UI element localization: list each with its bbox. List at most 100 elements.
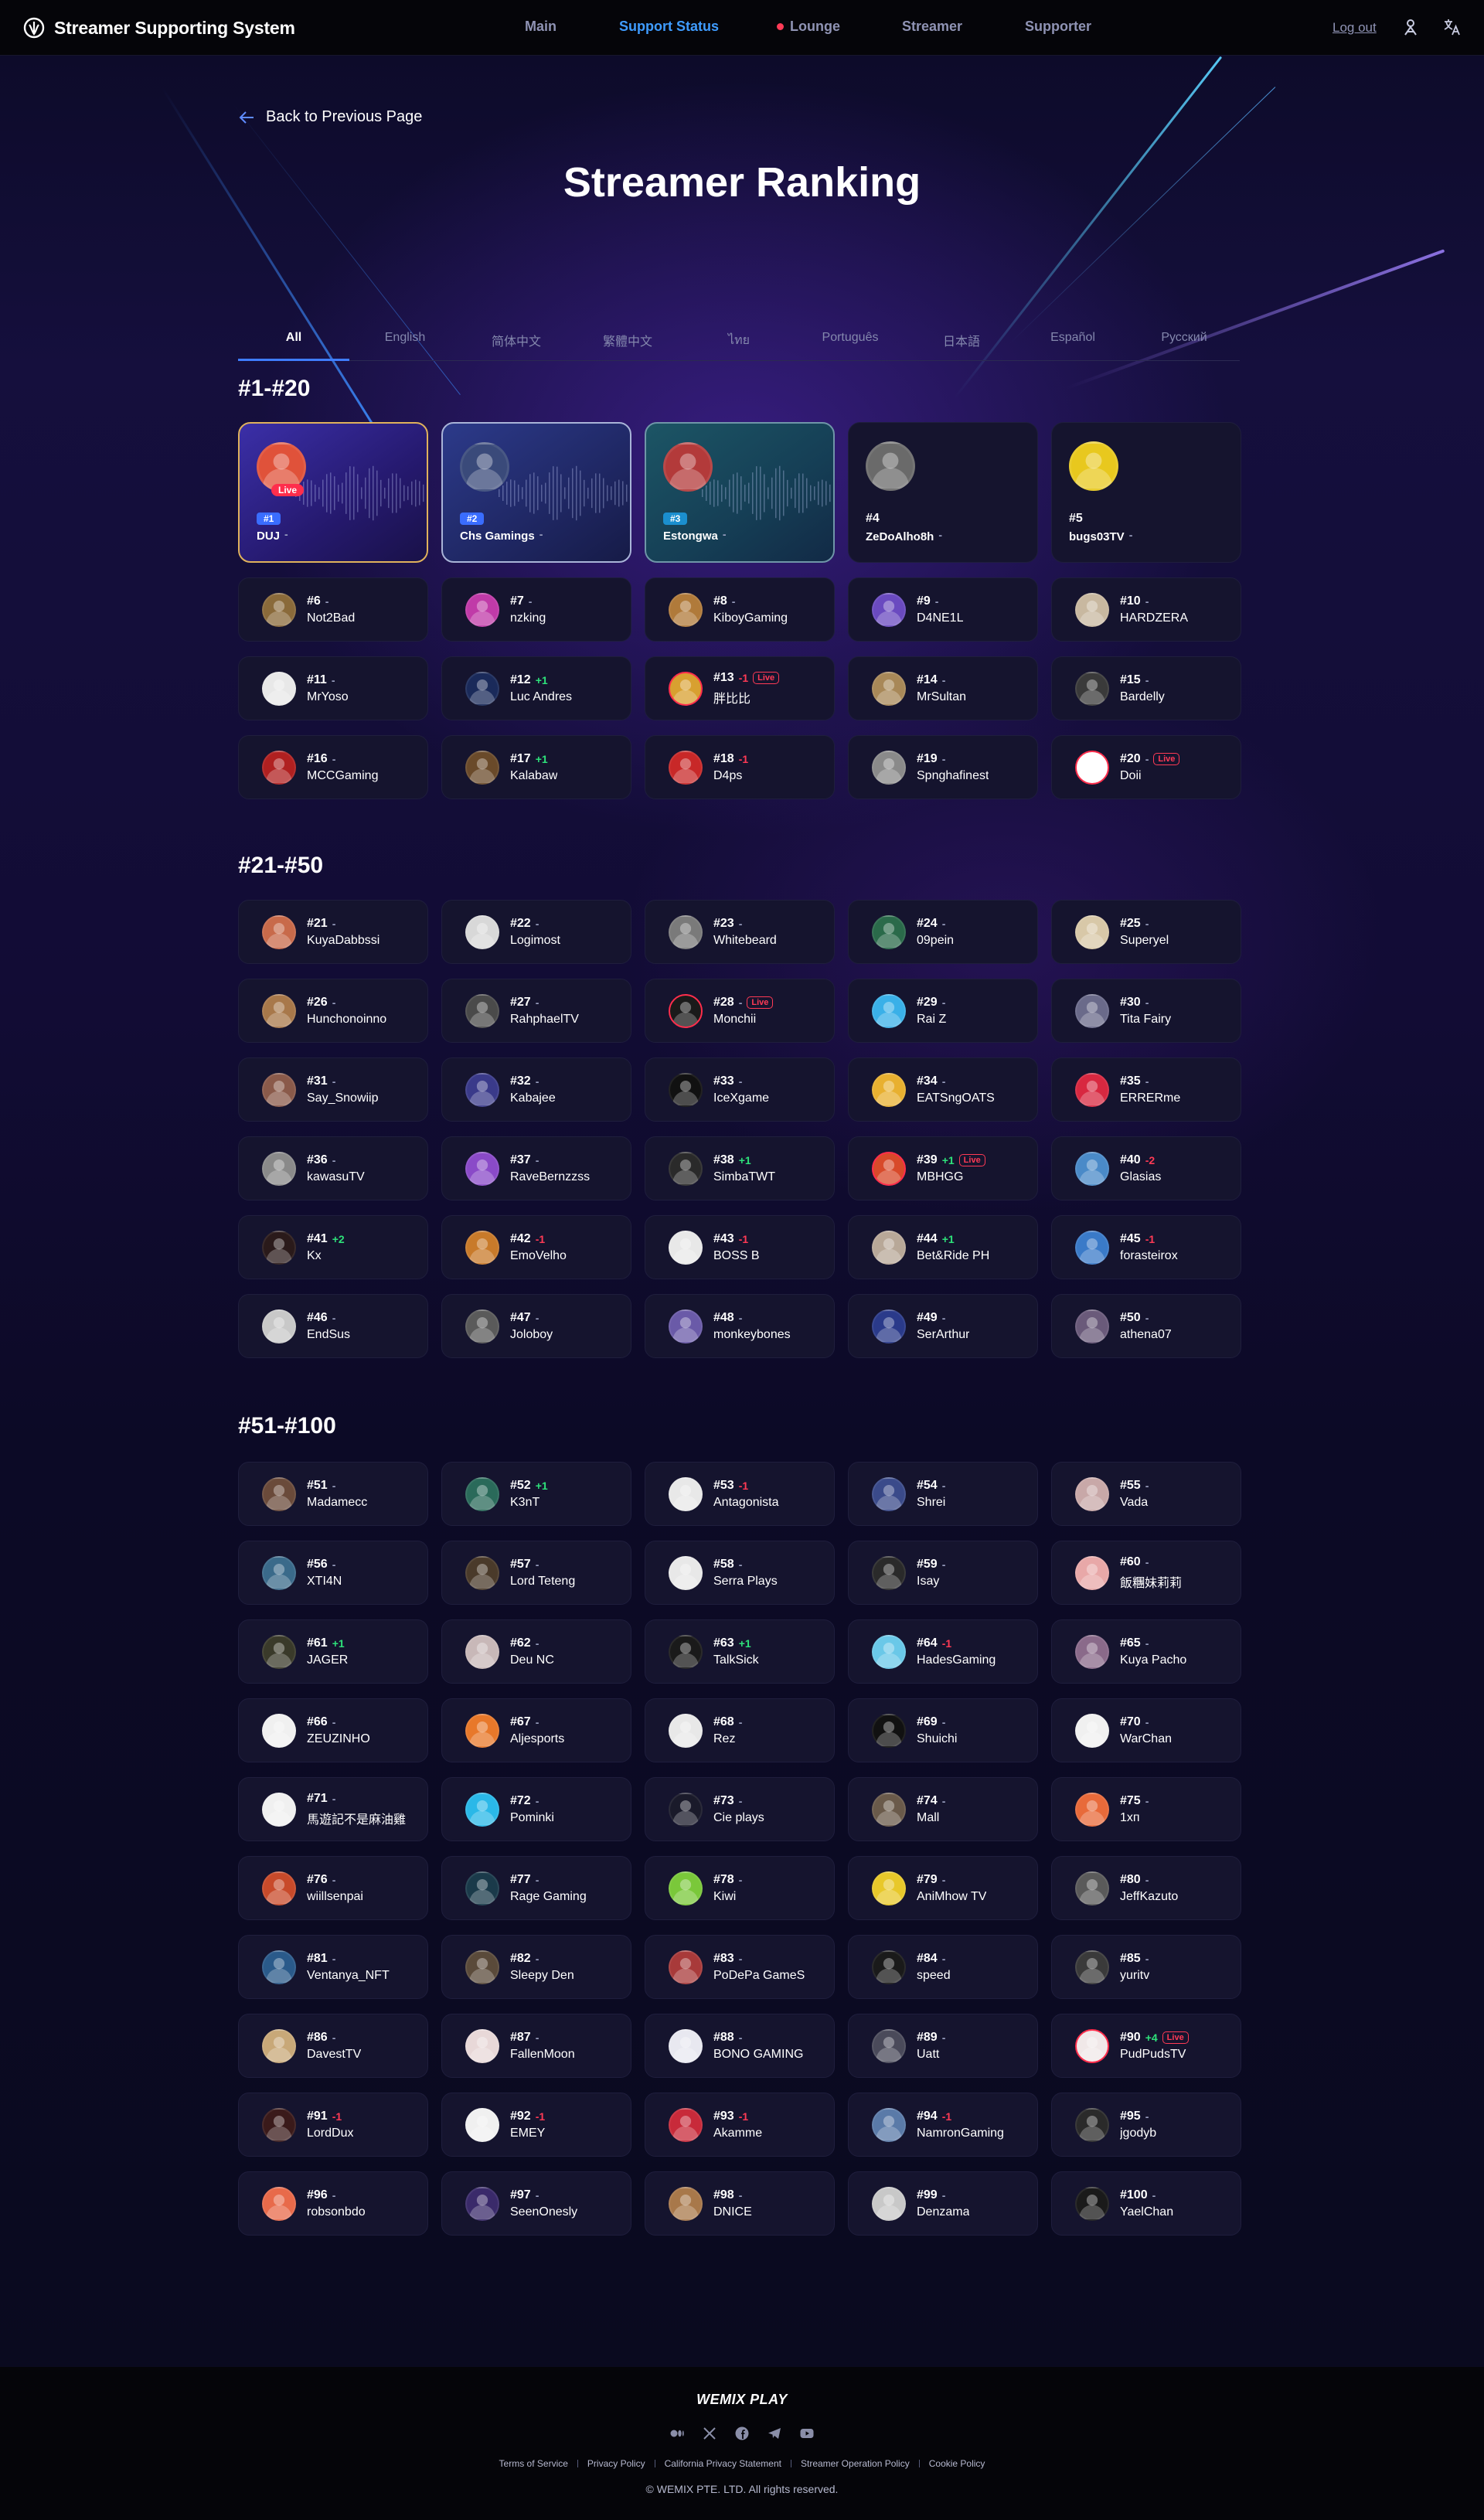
streamer-card[interactable]: #67- Aljesports: [441, 1698, 631, 1762]
streamer-card[interactable]: #56- XTI4N: [238, 1541, 428, 1605]
streamer-card[interactable]: #50- athena07: [1051, 1294, 1241, 1358]
tab-8[interactable]: Русский: [1128, 321, 1240, 360]
streamer-card[interactable]: #87- FallenMoon: [441, 2014, 631, 2078]
streamer-card[interactable]: #5 bugs03TV -: [1051, 422, 1241, 563]
streamer-card[interactable]: #85- yuritv: [1051, 1935, 1241, 1999]
streamer-card[interactable]: #2 Chs Gamings -: [441, 422, 631, 563]
streamer-card[interactable]: #73- Cie plays: [645, 1777, 835, 1841]
nav-lounge[interactable]: Lounge: [777, 19, 840, 35]
tab-4[interactable]: ไทย: [683, 321, 795, 360]
streamer-card[interactable]: #11- MrYoso: [238, 656, 428, 720]
streamer-card[interactable]: #44 +1 Bet&Ride PH: [848, 1215, 1038, 1279]
nav-streamer[interactable]: Streamer: [902, 19, 962, 35]
streamer-card[interactable]: #86- DavestTV: [238, 2014, 428, 2078]
streamer-card[interactable]: #65- Kuya Pacho: [1051, 1619, 1241, 1684]
streamer-card[interactable]: #97- SeenOnesly: [441, 2171, 631, 2236]
streamer-card[interactable]: #55- Vada: [1051, 1462, 1241, 1526]
streamer-card[interactable]: #78- Kiwi: [645, 1856, 835, 1920]
translate-icon[interactable]: [1442, 17, 1462, 37]
streamer-card[interactable]: #92 -1 EMEY: [441, 2093, 631, 2157]
streamer-card[interactable]: #20- Live Doii: [1051, 735, 1241, 799]
streamer-card[interactable]: #25- Superyel: [1051, 900, 1241, 964]
streamer-card[interactable]: #9- D4NE1L: [848, 577, 1038, 642]
youtube-icon[interactable]: [799, 2426, 815, 2441]
streamer-card[interactable]: #12 +1 Luc Andres: [441, 656, 631, 720]
streamer-card[interactable]: #38 +1 SimbaTWT: [645, 1136, 835, 1200]
streamer-card[interactable]: #33- IceXgame: [645, 1057, 835, 1122]
footer-link[interactable]: Terms of Service: [499, 2458, 568, 2469]
streamer-card[interactable]: #3 Estongwa -: [645, 422, 835, 563]
streamer-card[interactable]: #17 +1 Kalabaw: [441, 735, 631, 799]
back-button[interactable]: Back to Previous Page: [238, 108, 422, 126]
streamer-card[interactable]: #80- JeffKazuto: [1051, 1856, 1241, 1920]
streamer-card[interactable]: #52 +1 K3nT: [441, 1462, 631, 1526]
streamer-card[interactable]: #69- Shuichi: [848, 1698, 1038, 1762]
streamer-card[interactable]: #75-1хп: [1051, 1777, 1241, 1841]
streamer-card[interactable]: #68- Rez: [645, 1698, 835, 1762]
streamer-card[interactable]: #53 -1 Antagonista: [645, 1462, 835, 1526]
streamer-card[interactable]: #66- ZEUZINHO: [238, 1698, 428, 1762]
streamer-card[interactable]: #70- WarChan: [1051, 1698, 1241, 1762]
streamer-card[interactable]: #60- 飯糰妹莉莉: [1051, 1541, 1241, 1605]
streamer-card[interactable]: #59- Isay: [848, 1541, 1038, 1605]
streamer-card[interactable]: #72- Pominki: [441, 1777, 631, 1841]
tab-6[interactable]: 日本語: [906, 321, 1017, 360]
streamer-card[interactable]: #14- MrSultan: [848, 656, 1038, 720]
streamer-card[interactable]: #71- 馬遊記不是麻油雞: [238, 1777, 428, 1841]
streamer-card[interactable]: #30- Tita Fairy: [1051, 979, 1241, 1043]
account-icon[interactable]: [1401, 17, 1421, 37]
streamer-card[interactable]: #7- nzking: [441, 577, 631, 642]
streamer-card[interactable]: #88- BONO GAMING: [645, 2014, 835, 2078]
streamer-card[interactable]: #58- Serra Plays: [645, 1541, 835, 1605]
streamer-card[interactable]: #15- Bardelly: [1051, 656, 1241, 720]
streamer-card[interactable]: #81- Ventanya_NFT: [238, 1935, 428, 1999]
streamer-card[interactable]: #62- Deu NC: [441, 1619, 631, 1684]
x-icon[interactable]: [702, 2426, 717, 2441]
streamer-card[interactable]: #29- Rai Z: [848, 979, 1038, 1043]
streamer-card[interactable]: #24- 09pein: [848, 900, 1038, 964]
streamer-card[interactable]: #63 +1 TalkSick: [645, 1619, 835, 1684]
streamer-card[interactable]: #31- Say_Snowiip: [238, 1057, 428, 1122]
streamer-card[interactable]: #91 -1 LordDux: [238, 2093, 428, 2157]
nav-support-status[interactable]: Support Status: [619, 19, 719, 35]
streamer-card[interactable]: #28- Live Monchii: [645, 979, 835, 1043]
streamer-card[interactable]: #16- MCCGaming: [238, 735, 428, 799]
streamer-card[interactable]: #89- Uatt: [848, 2014, 1038, 2078]
streamer-card[interactable]: #19- Spnghafinest: [848, 735, 1038, 799]
streamer-card[interactable]: #64 -1 HadesGaming: [848, 1619, 1038, 1684]
streamer-card[interactable]: #6- Not2Bad: [238, 577, 428, 642]
streamer-card[interactable]: #82- Sleepy Den: [441, 1935, 631, 1999]
streamer-card[interactable]: #23- Whitebeard: [645, 900, 835, 964]
nav-main[interactable]: Main: [525, 19, 556, 35]
streamer-card[interactable]: #43 -1 BOSS B: [645, 1215, 835, 1279]
streamer-card[interactable]: #94 -1 NamronGaming: [848, 2093, 1038, 2157]
footer-link[interactable]: Streamer Operation Policy: [801, 2458, 910, 2469]
streamer-card[interactable]: #77- Rage Gaming: [441, 1856, 631, 1920]
tab-5[interactable]: Português: [795, 321, 906, 360]
streamer-card[interactable]: #47- Joloboy: [441, 1294, 631, 1358]
tab-3[interactable]: 繁體中文: [572, 321, 683, 360]
streamer-card[interactable]: #83- PoDePa GameS: [645, 1935, 835, 1999]
streamer-card[interactable]: #45 -1 forasteirox: [1051, 1215, 1241, 1279]
streamer-card[interactable]: #10- HARDZERA: [1051, 577, 1241, 642]
nav-supporter[interactable]: Supporter: [1025, 19, 1091, 35]
streamer-card[interactable]: #39 +1 Live MBHGG: [848, 1136, 1038, 1200]
streamer-card[interactable]: #57- Lord Teteng: [441, 1541, 631, 1605]
streamer-card[interactable]: #4 ZeDoAlho8h -: [848, 422, 1038, 563]
streamer-card[interactable]: #54- Shrei: [848, 1462, 1038, 1526]
streamer-card[interactable]: #36- kawasuTV: [238, 1136, 428, 1200]
streamer-card[interactable]: #93 -1 Akamme: [645, 2093, 835, 2157]
streamer-card[interactable]: #99- Denzama: [848, 2171, 1038, 2236]
streamer-card[interactable]: #46- EndSus: [238, 1294, 428, 1358]
streamer-card[interactable]: #18 -1 D4ps: [645, 735, 835, 799]
facebook-icon[interactable]: [734, 2426, 750, 2441]
tab-1[interactable]: English: [349, 321, 461, 360]
streamer-card[interactable]: #74- Mall: [848, 1777, 1038, 1841]
tab-2[interactable]: 简体中文: [461, 321, 572, 360]
streamer-card[interactable]: #95- jgodyb: [1051, 2093, 1241, 2157]
logout-link[interactable]: Log out: [1333, 20, 1377, 36]
streamer-card[interactable]: #51- Madamecc: [238, 1462, 428, 1526]
telegram-icon[interactable]: [767, 2426, 782, 2441]
streamer-card[interactable]: #35- ERRERme: [1051, 1057, 1241, 1122]
streamer-card[interactable]: #76- wiillsenpai: [238, 1856, 428, 1920]
